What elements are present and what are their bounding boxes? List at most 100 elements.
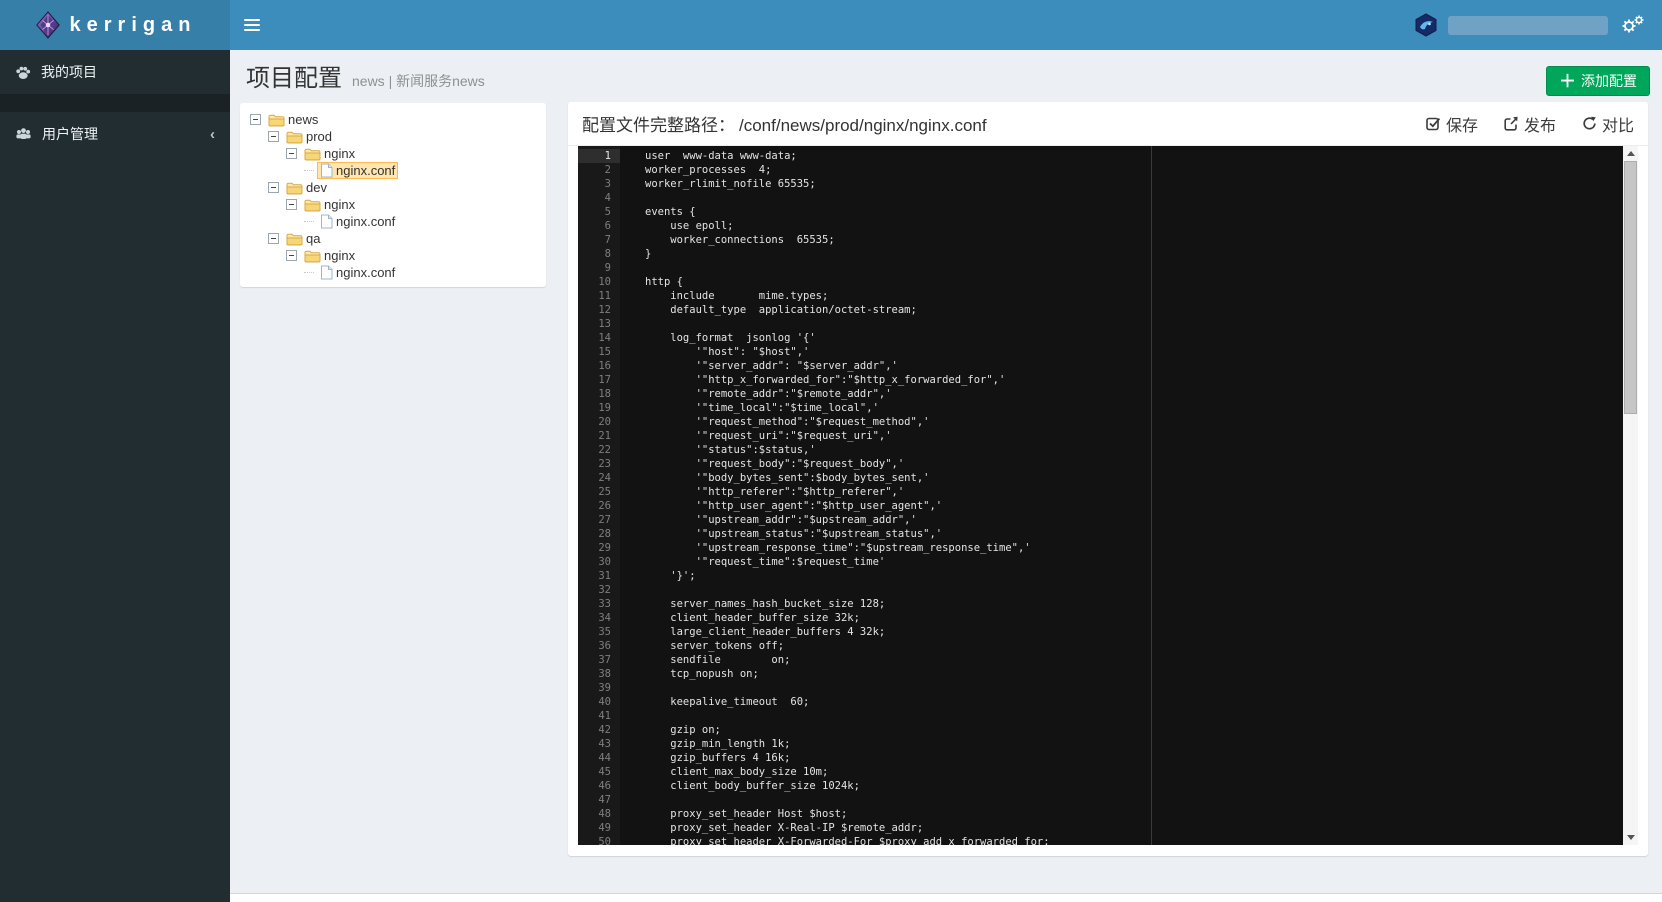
code-line[interactable]: }	[645, 247, 1623, 261]
collapse-expander-icon[interactable]	[286, 148, 297, 159]
tree-node-qa[interactable]: qa	[250, 230, 536, 247]
tree-node-nginx.conf[interactable]: nginx.conf	[250, 264, 536, 281]
code-line[interactable]	[645, 681, 1623, 695]
code-line[interactable]: '}';	[645, 569, 1623, 583]
code-line[interactable]: proxy_set_header X-Real-IP $remote_addr;	[645, 821, 1623, 835]
code-line[interactable]: server_tokens off;	[645, 639, 1623, 653]
code-line[interactable]: server_names_hash_bucket_size 128;	[645, 597, 1623, 611]
user-avatar[interactable]	[1414, 13, 1438, 37]
compare-button[interactable]: 对比	[1582, 112, 1634, 136]
publish-button[interactable]: 发布	[1504, 112, 1556, 136]
settings-cogs-icon[interactable]	[1618, 10, 1648, 40]
tree-node-nginx[interactable]: nginx	[250, 196, 536, 213]
code-line[interactable]: '"body_bytes_sent":$body_bytes_sent,'	[645, 471, 1623, 485]
code-line[interactable]: '"http_x_forwarded_for":"$http_x_forward…	[645, 373, 1623, 387]
gutter-line-number: 40	[598, 696, 611, 708]
tree-node-nginx.conf[interactable]: nginx.conf	[250, 213, 536, 230]
scroll-up-arrow[interactable]	[1623, 146, 1638, 161]
code-line[interactable]: '"upstream_addr":"$upstream_addr",'	[645, 513, 1623, 527]
code-line[interactable]: log_format jsonlog '{'	[645, 331, 1623, 345]
code-line[interactable]: worker_connections 65535;	[645, 233, 1623, 247]
code-line[interactable]	[645, 793, 1623, 807]
code-line[interactable]: '"request_body":"$request_body",'	[645, 457, 1623, 471]
tree-node-inner[interactable]: qa	[283, 230, 323, 247]
code-line[interactable]: proxy_set_header Host $host;	[645, 807, 1623, 821]
gutter-line-number: 12	[598, 304, 611, 316]
code-line[interactable]: include mime.types;	[645, 289, 1623, 303]
tree-node-news[interactable]: news	[250, 111, 536, 128]
code-line[interactable]: sendfile on;	[645, 653, 1623, 667]
tree-node-dev[interactable]: dev	[250, 179, 536, 196]
code-line[interactable]: events {	[645, 205, 1623, 219]
editor-scrollbar[interactable]	[1623, 146, 1638, 845]
scrollbar-thumb[interactable]	[1624, 161, 1637, 414]
code-line[interactable]: client_header_buffer_size 32k;	[645, 611, 1623, 625]
code-line[interactable]: gzip on;	[645, 723, 1623, 737]
code-line[interactable]: '"remote_addr":"$remote_addr",'	[645, 387, 1623, 401]
tree-node-inner[interactable]: nginx	[301, 196, 358, 213]
file-icon	[321, 163, 333, 178]
code-line[interactable]: '"host": "$host",'	[645, 345, 1623, 359]
code-line[interactable]	[645, 191, 1623, 205]
code-line[interactable]: user www-data www-data;	[645, 149, 1623, 163]
scroll-down-arrow[interactable]	[1623, 830, 1638, 845]
code-line[interactable]: proxy_set_header X-Forwarded-For $proxy_…	[645, 835, 1623, 845]
tree-node-inner[interactable]: nginx.conf	[317, 264, 398, 281]
code-line[interactable]	[645, 261, 1623, 275]
save-button[interactable]: 保存	[1426, 112, 1478, 136]
add-config-button[interactable]: ＋ 添加配置	[1546, 66, 1650, 96]
tree-node-inner[interactable]: news	[265, 111, 321, 128]
sidebar-toggle-button[interactable]	[230, 0, 274, 50]
code-line[interactable]: client_body_buffer_size 1024k;	[645, 779, 1623, 793]
tree-node-nginx[interactable]: nginx	[250, 247, 536, 264]
code-line[interactable]	[645, 317, 1623, 331]
sidebar-item-my-projects[interactable]: 我的项目	[0, 50, 230, 94]
tree-node-inner[interactable]: nginx.conf	[317, 162, 399, 179]
code-line[interactable]: keepalive_timeout 60;	[645, 695, 1623, 709]
logo-box[interactable]: kerrigan	[0, 0, 230, 50]
tree-node-prod[interactable]: prod	[250, 128, 536, 145]
collapse-expander-icon[interactable]	[286, 199, 297, 210]
code-line[interactable]: gzip_min_length 1k;	[645, 737, 1623, 751]
code-line[interactable]: large_client_header_buffers 4 32k;	[645, 625, 1623, 639]
code-line[interactable]: '"request_method":"$request_method",'	[645, 415, 1623, 429]
tree-node-inner[interactable]: nginx.conf	[317, 213, 398, 230]
tree-node-inner[interactable]: dev	[283, 179, 330, 196]
gutter-line-number: 49	[598, 822, 611, 834]
code-line[interactable]: use epoll;	[645, 219, 1623, 233]
code-line[interactable]: http {	[645, 275, 1623, 289]
collapse-expander-icon[interactable]	[286, 250, 297, 261]
code-line[interactable]: '"request_time":$request_time'	[645, 555, 1623, 569]
tree-node-inner[interactable]: nginx	[301, 145, 358, 162]
tree-node-nginx[interactable]: nginx	[250, 145, 536, 162]
code-line[interactable]: '"time_local":"$time_local",'	[645, 401, 1623, 415]
username-blurred[interactable]	[1448, 15, 1608, 35]
code-line[interactable]: '"http_user_agent":"$http_user_agent",'	[645, 499, 1623, 513]
collapse-expander-icon[interactable]	[268, 233, 279, 244]
tree-node-nginx.conf[interactable]: nginx.conf	[250, 162, 536, 179]
code-line[interactable]: worker_processes 4;	[645, 163, 1623, 177]
code-line[interactable]: '"http_referer":"$http_referer",'	[645, 485, 1623, 499]
code-line[interactable]: '"server_addr": "$server_addr",'	[645, 359, 1623, 373]
collapse-expander-icon[interactable]	[268, 182, 279, 193]
tree-node-inner[interactable]: nginx	[301, 247, 358, 264]
code-line[interactable]	[645, 709, 1623, 723]
code-line[interactable]: '"status":$status,'	[645, 443, 1623, 457]
collapse-expander-icon[interactable]	[268, 131, 279, 142]
code-line[interactable]: worker_rlimit_nofile 65535;	[645, 177, 1623, 191]
code-line[interactable]: client_max_body_size 10m;	[645, 765, 1623, 779]
code-editor[interactable]: 1 2 3 4 5 6 7 8 9 10 11 12 13 14 15 16 17 18 19 20 21 22 23 24 2…	[578, 146, 1638, 845]
code-line[interactable]: '"request_uri":"$request_uri",'	[645, 429, 1623, 443]
gutter-line-number: 30	[598, 556, 611, 568]
sidebar-item-user-management[interactable]: 用户管理 ‹	[0, 112, 230, 156]
code-line[interactable]: '"upstream_status":"$upstream_status",'	[645, 527, 1623, 541]
code-line[interactable]: '"upstream_response_time":"$upstream_res…	[645, 541, 1623, 555]
gutter-line-number: 7	[604, 234, 611, 246]
tree-node-inner[interactable]: prod	[283, 128, 335, 145]
code-line[interactable]: tcp_nopush on;	[645, 667, 1623, 681]
code-line[interactable]: default_type application/octet-stream;	[645, 303, 1623, 317]
code-line[interactable]	[645, 583, 1623, 597]
collapse-expander-icon[interactable]	[250, 114, 261, 125]
code-pane[interactable]: user www-data www-data; worker_processes …	[620, 146, 1623, 845]
code-line[interactable]: gzip_buffers 4 16k;	[645, 751, 1623, 765]
